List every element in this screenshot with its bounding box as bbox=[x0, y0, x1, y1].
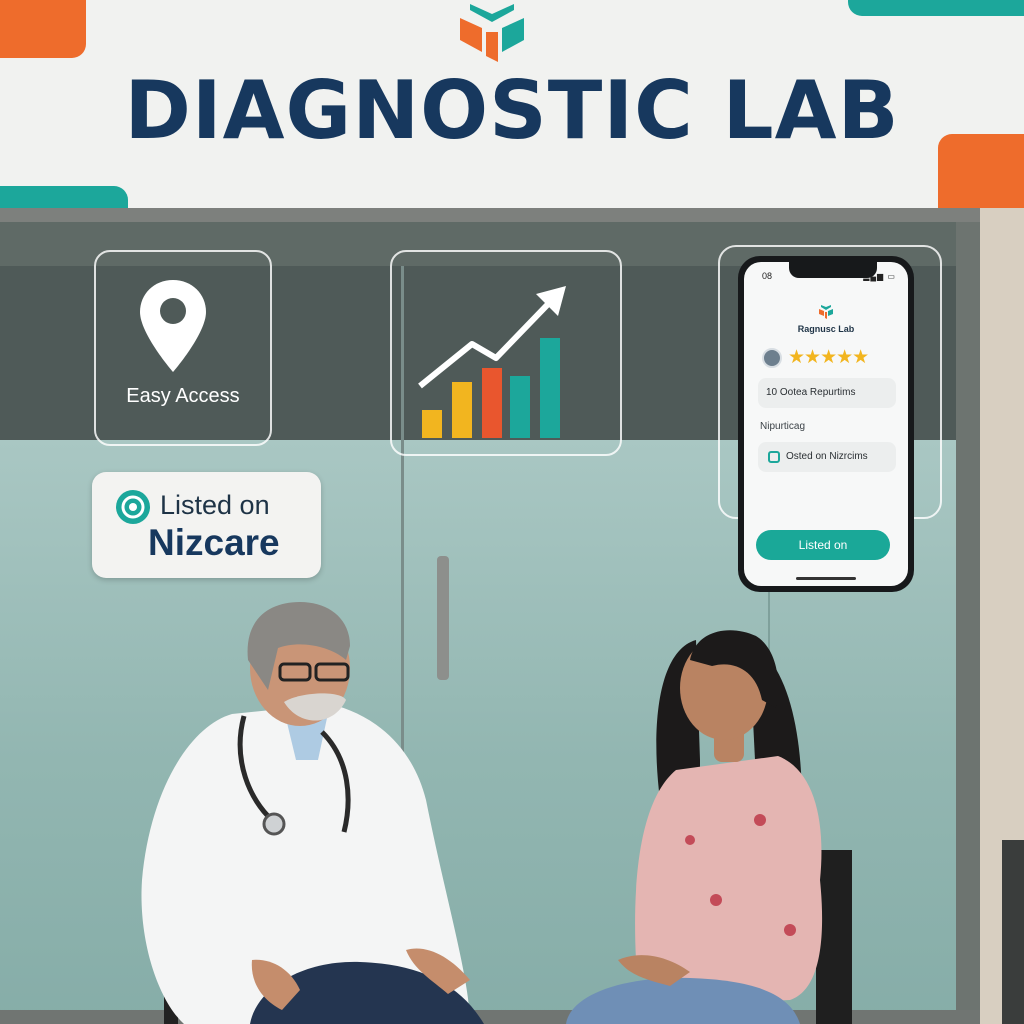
patient-figure bbox=[566, 630, 852, 1024]
